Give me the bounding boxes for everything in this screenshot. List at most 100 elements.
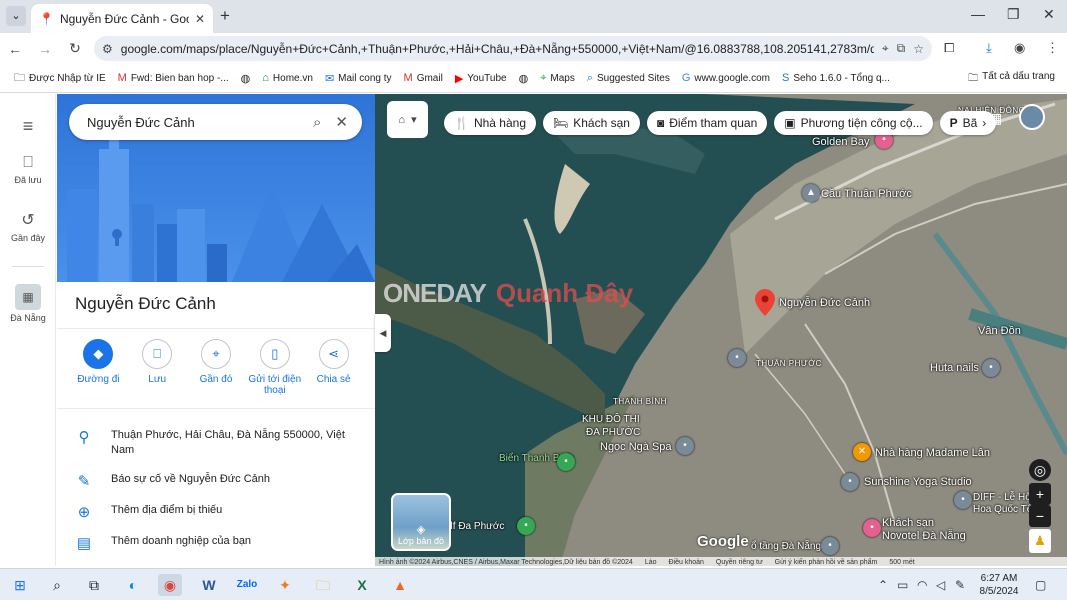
send-to-phone-button[interactable]: ▯ Gửi tới điện thoại	[245, 339, 304, 396]
apps-grid-icon[interactable]: ▦	[989, 110, 1002, 127]
beach-pin-icon[interactable]: •	[557, 453, 575, 471]
map-label[interactable]: Hoa Quốc Tế	[973, 504, 1032, 515]
share-button[interactable]: ⋖ Chia sẻ	[304, 339, 363, 396]
app-icon[interactable]: ▲	[388, 574, 412, 596]
map-label[interactable]: Novotel Đà Nẵng	[882, 530, 966, 542]
chip-hotels[interactable]: 🛏 Khách sạn	[543, 111, 640, 135]
bookmark-item[interactable]: M Gmail	[398, 72, 449, 84]
report-issue-row[interactable]: ✎ Báo sự cố về Nguyễn Đức Cảnh	[57, 472, 375, 490]
location-icon[interactable]: ⌖	[882, 41, 889, 56]
url-text[interactable]: google.com/maps/place/Nguyễn+Đức+Cảnh,+T…	[121, 42, 874, 56]
bookmark-item[interactable]: 🗀 Được Nhập từ IE	[8, 69, 112, 88]
map-label[interactable]: Huta nails	[930, 362, 979, 374]
minimize-icon[interactable]: —	[971, 6, 985, 22]
chevron-right-icon[interactable]: ›	[982, 116, 986, 130]
recent-button[interactable]: ↺ Gần đây	[0, 210, 56, 243]
tray-chevron-up-icon[interactable]: ⌃	[878, 578, 888, 592]
map-label[interactable]: Cầu Thuận Phước	[821, 188, 912, 200]
golf-pin-icon[interactable]: •	[517, 517, 535, 535]
add-business-row[interactable]: ▤ Thêm doanh nghiệp của bạn	[57, 534, 375, 552]
nearby-button[interactable]: ⌖ Gần đó	[187, 339, 246, 396]
map-label[interactable]: Nhà hàng Madame Lân	[875, 447, 990, 459]
close-window-icon[interactable]: ✕	[1043, 6, 1055, 23]
zoom-in-button[interactable]: +	[1029, 483, 1051, 505]
map-label[interactable]: Sunshine Yoga Studio	[864, 476, 972, 488]
add-place-row[interactable]: ⊕ Thêm địa điểm bị thiếu	[57, 503, 375, 521]
bookmark-item[interactable]: ✉ Mail cong ty	[319, 72, 398, 85]
chip-transit[interactable]: ▣ Phương tiện công cộ...	[774, 111, 933, 135]
install-app-icon[interactable]: ⧉	[897, 41, 906, 56]
download-icon[interactable]: ⤓	[986, 40, 992, 56]
map-label[interactable]: Nguyễn Đức Cảnh	[779, 297, 870, 309]
bookmark-item[interactable]: ▶ YouTube	[449, 72, 513, 85]
map-label[interactable]: Ngọc Ngà Spa	[600, 441, 672, 453]
address-bar[interactable]: ⚙ google.com/maps/place/Nguyễn+Đức+Cảnh,…	[94, 36, 932, 61]
volume-icon[interactable]: ◁	[936, 578, 945, 592]
privacy-link[interactable]: Quyền riêng tư	[716, 559, 763, 566]
extensions-icon[interactable]: ⧠	[944, 40, 954, 56]
directions-button[interactable]: ◆ Đường đi	[69, 339, 128, 396]
battery-icon[interactable]: ▭	[897, 578, 908, 592]
spa-pin-icon[interactable]: •	[676, 437, 694, 455]
landmark-pin-icon[interactable]: ▲	[802, 184, 820, 202]
zoom-out-button[interactable]: −	[1029, 505, 1051, 527]
edge-icon[interactable]: ◐	[121, 574, 145, 596]
back-icon[interactable]: ←	[3, 41, 27, 57]
search-icon[interactable]: ⌕	[45, 574, 69, 596]
restore-icon[interactable]: ❐	[1007, 6, 1020, 23]
account-avatar[interactable]	[1019, 104, 1045, 130]
street-view-pegman-icon[interactable]: ♟	[1029, 529, 1051, 553]
site-info-icon[interactable]: ⚙	[102, 42, 113, 56]
windows-start-icon[interactable]: ⊞	[8, 574, 32, 596]
forward-icon[interactable]: →	[33, 41, 57, 57]
terms-link[interactable]: Điều khoản	[669, 559, 704, 566]
layers-button[interactable]: ◈ Lớp bản đồ	[391, 493, 451, 551]
studio-pin-icon[interactable]: •	[841, 473, 859, 491]
bookmark-item[interactable]: ◍	[513, 72, 535, 85]
profile-avatar-icon[interactable]: ◉	[1014, 40, 1025, 56]
chrome-icon[interactable]: ◉	[158, 574, 182, 596]
my-location-button[interactable]: ◎	[1029, 459, 1051, 481]
place-pin-icon[interactable]: •	[821, 537, 839, 555]
pen-icon[interactable]: ✎	[955, 578, 965, 592]
map-label[interactable]: Vân Đồn	[978, 325, 1021, 337]
restaurant-pin-icon[interactable]: ✕	[853, 443, 871, 461]
map-label[interactable]: DIFF - Lễ Hội	[973, 492, 1033, 503]
close-tab-icon[interactable]: ✕	[195, 12, 205, 26]
event-pin-icon[interactable]: •	[954, 491, 972, 509]
new-tab-button[interactable]: +	[220, 6, 230, 26]
bookmark-item[interactable]: S Seho 1.6.0 - Tổng q...	[776, 72, 896, 84]
clear-search-icon[interactable]: ✕	[335, 113, 348, 131]
bookmark-item[interactable]: ◍	[235, 72, 257, 85]
saved-button[interactable]: ⎕ Đã lưu	[0, 154, 56, 185]
tab-search-button[interactable]: ⌄	[6, 6, 26, 26]
clock[interactable]: 6:27 AM 8/5/2024	[970, 572, 1028, 598]
bookmark-item[interactable]: ⌕ Suggested Sites	[581, 72, 676, 85]
hotel-pin-icon[interactable]: ▪	[863, 519, 881, 537]
chip-attractions[interactable]: ◙ Điểm tham quan	[646, 111, 768, 135]
app-icon[interactable]: ✦	[273, 574, 297, 596]
map-label[interactable]: Golden Bay	[812, 136, 869, 148]
recent-place-da-nang[interactable]: ▦ Đà Nẵng	[0, 284, 56, 323]
map-canvas[interactable]: Golden Bay Cầu Thuận Phước Nguyễn Đức Cả…	[375, 94, 1067, 566]
word-icon[interactable]: W	[197, 574, 221, 596]
file-explorer-icon[interactable]: 🗀	[311, 574, 335, 596]
bookmark-item[interactable]: ⌂ Home.vn	[256, 72, 319, 84]
tab-google-maps[interactable]: 📍 Nguyễn Đức Cảnh - Google Maps ✕	[31, 4, 213, 33]
menu-button[interactable]: ≡	[0, 116, 56, 140]
search-input[interactable]: Nguyễn Đức Cảnh	[87, 115, 299, 130]
address-row[interactable]: ⚲ Thuận Phước, Hải Châu, Đà Nẵng 550000,…	[57, 428, 375, 458]
reload-icon[interactable]: ↻	[63, 40, 87, 57]
selected-place-marker-icon[interactable]	[755, 289, 775, 316]
map-label[interactable]: ổ tầng Đà Nẵng	[751, 541, 821, 552]
bookmark-item[interactable]: Gwww.google.com	[676, 72, 776, 84]
map-layer-switch[interactable]: ⌂ ▾	[387, 101, 428, 138]
zalo-icon[interactable]: Zalo	[235, 574, 259, 596]
excel-icon[interactable]: X	[350, 574, 374, 596]
task-view-icon[interactable]: ⧉	[82, 574, 106, 596]
all-bookmarks-button[interactable]: 🗀 Tất cả dấu trang	[968, 71, 1055, 88]
search-box[interactable]: Nguyễn Đức Cảnh ⌕ ✕	[69, 104, 362, 140]
map-label[interactable]: olf Đa Phước	[445, 521, 504, 532]
chip-parking[interactable]: P Bã ›	[939, 111, 997, 135]
browser-menu-icon[interactable]: ⋮	[1046, 40, 1059, 56]
